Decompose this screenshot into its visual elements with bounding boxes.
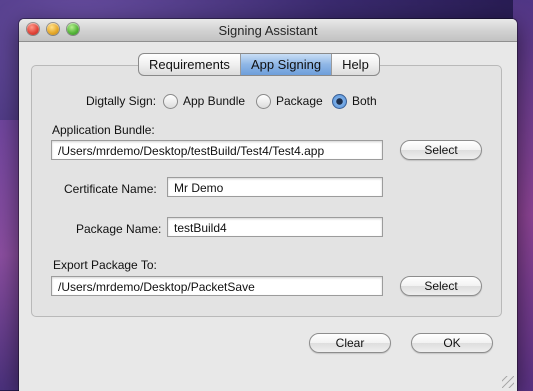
digitally-sign-label: Digtally Sign:	[86, 94, 157, 108]
radio-app-bundle[interactable]	[163, 94, 178, 109]
radio-app-bundle-label[interactable]: App Bundle	[183, 94, 245, 108]
tab-app-signing[interactable]: App Signing	[240, 54, 333, 75]
export-package-label: Export Package To:	[53, 258, 157, 272]
application-bundle-field[interactable]: /Users/mrdemo/Desktop/testBuild/Test4/Te…	[51, 140, 383, 160]
application-bundle-label: Application Bundle:	[52, 123, 155, 137]
title-bar[interactable]: Signing Assistant	[19, 19, 517, 42]
tab-bar: Requirements App Signing Help	[138, 53, 380, 76]
select-bundle-button[interactable]: Select	[400, 140, 482, 160]
export-package-field[interactable]: /Users/mrdemo/Desktop/PacketSave	[51, 276, 383, 296]
certificate-name-label: Certificate Name:	[64, 182, 157, 196]
package-name-field[interactable]: testBuild4	[167, 217, 383, 237]
clear-button[interactable]: Clear	[309, 333, 391, 353]
radio-package-label[interactable]: Package	[276, 94, 323, 108]
radio-both[interactable]	[332, 94, 347, 109]
tab-help[interactable]: Help	[332, 54, 379, 75]
radio-package[interactable]	[256, 94, 271, 109]
resize-grip-icon[interactable]	[502, 376, 514, 388]
select-export-button[interactable]: Select	[400, 276, 482, 296]
window-title: Signing Assistant	[218, 23, 318, 38]
signing-assistant-window: Signing Assistant Requirements App Signi…	[19, 19, 517, 391]
radio-both-label[interactable]: Both	[352, 94, 377, 108]
package-name-label: Package Name:	[76, 222, 162, 236]
certificate-name-field[interactable]: Mr Demo	[167, 177, 383, 197]
tab-requirements[interactable]: Requirements	[139, 54, 241, 75]
ok-button[interactable]: OK	[411, 333, 493, 353]
